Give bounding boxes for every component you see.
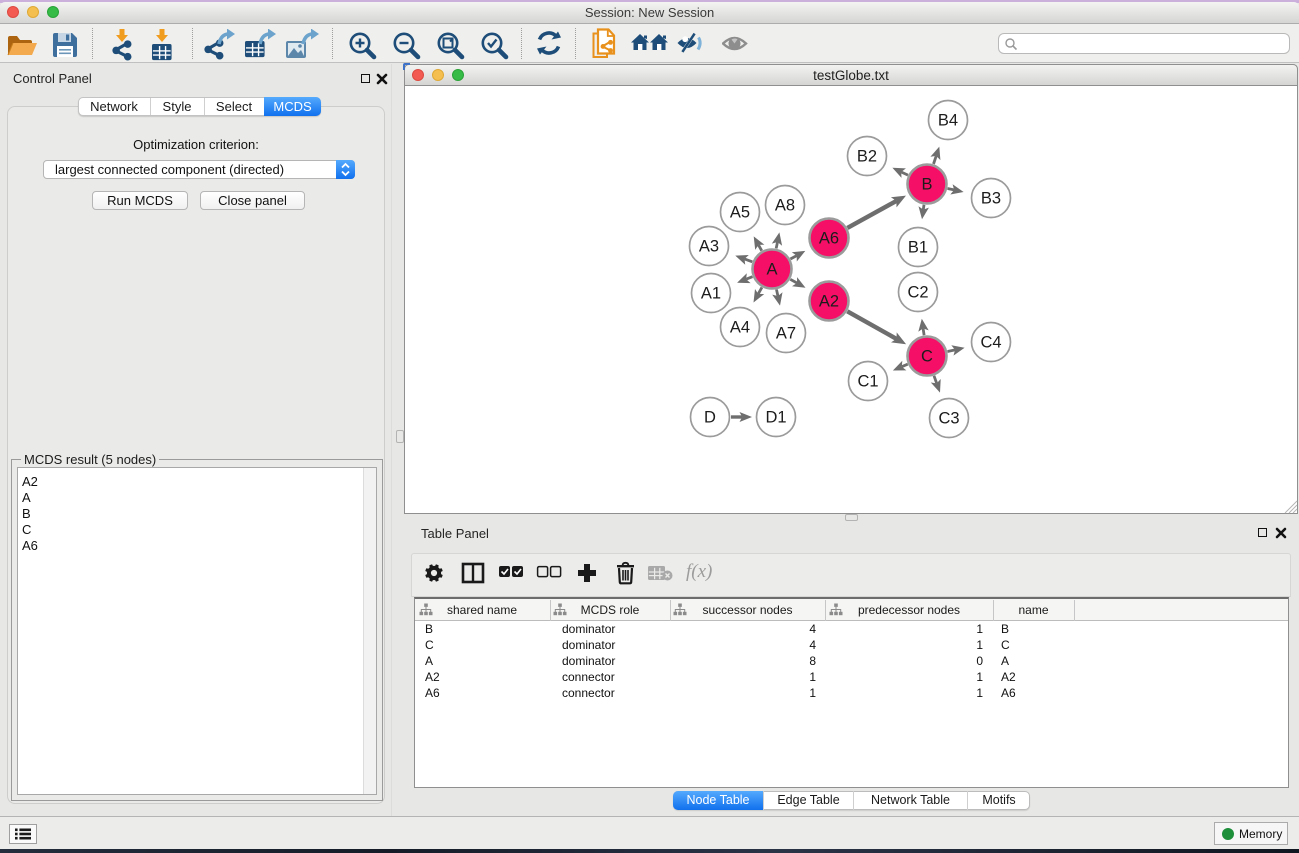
- svg-text:A: A: [766, 261, 777, 279]
- svg-text:A3: A3: [699, 238, 719, 256]
- svg-text:C4: C4: [980, 334, 1001, 352]
- svg-text:B3: B3: [981, 190, 1001, 208]
- svg-text:A8: A8: [775, 197, 795, 215]
- svg-text:D1: D1: [765, 409, 786, 427]
- svg-text:A1: A1: [701, 285, 721, 303]
- svg-text:B2: B2: [857, 148, 877, 166]
- svg-text:D: D: [704, 409, 716, 427]
- svg-text:A5: A5: [730, 204, 750, 222]
- svg-text:B4: B4: [938, 112, 958, 130]
- svg-text:C: C: [921, 348, 933, 366]
- svg-text:A6: A6: [819, 230, 839, 248]
- svg-text:C2: C2: [907, 284, 928, 302]
- svg-text:A2: A2: [819, 293, 839, 311]
- svg-text:B: B: [921, 176, 932, 194]
- svg-text:C3: C3: [938, 410, 959, 428]
- svg-text:B1: B1: [908, 239, 928, 257]
- svg-text:A7: A7: [776, 325, 796, 343]
- svg-text:A4: A4: [730, 319, 750, 337]
- svg-text:C1: C1: [857, 373, 878, 391]
